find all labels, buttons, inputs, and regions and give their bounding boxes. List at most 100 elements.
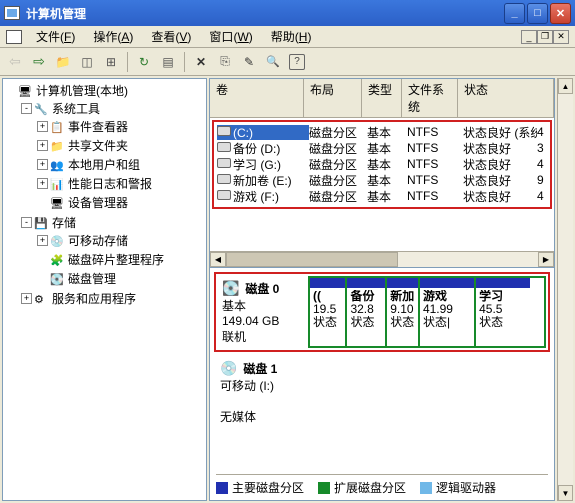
diskmgmt-icon — [50, 272, 66, 286]
disk0-partitions: ((19.5状态备份32.8状态新加9.10状态游戏41.99状态|学习45.5… — [308, 276, 546, 348]
minimize-button[interactable]: _ — [504, 3, 525, 24]
col-volume[interactable]: 卷 — [210, 79, 304, 117]
properties-button[interactable] — [76, 51, 98, 73]
toolbar — [0, 48, 575, 76]
menu-action[interactable]: 操作(A) — [85, 26, 141, 47]
forward-button[interactable] — [28, 51, 50, 73]
legend: 主要磁盘分区 扩展磁盘分区 逻辑驱动器 — [216, 474, 548, 496]
services-icon — [34, 292, 50, 306]
view-grid-button[interactable] — [100, 51, 122, 73]
scroll-thumb[interactable] — [226, 252, 398, 267]
mdi-close-button[interactable]: ✕ — [553, 30, 569, 44]
folder-icon — [50, 139, 66, 153]
col-status[interactable]: 状态 — [458, 79, 554, 117]
collapse-icon[interactable]: - — [21, 103, 32, 114]
settings-button[interactable] — [238, 51, 260, 73]
tree-removable[interactable]: +可移动存储 — [37, 232, 206, 249]
back-button[interactable] — [4, 51, 26, 73]
volume-row[interactable]: 游戏 (F:)磁盘分区基本NTFS状态良好4 — [215, 188, 549, 204]
defrag-icon — [50, 253, 66, 267]
partition[interactable]: ((19.5状态 — [310, 278, 347, 346]
expand-icon[interactable]: + — [37, 178, 48, 189]
menu-window[interactable]: 窗口(W) — [201, 26, 260, 47]
col-layout[interactable]: 布局 — [304, 79, 362, 117]
window-title: 计算机管理 — [26, 5, 504, 22]
mdi-minimize-button[interactable]: _ — [521, 30, 537, 44]
copy-button[interactable] — [214, 51, 236, 73]
expand-icon[interactable]: + — [37, 159, 48, 170]
volumes-highlight: (C:)磁盘分区基本NTFS状态良好 (系统)4备份 (D:)磁盘分区基本NTF… — [212, 120, 552, 209]
mdi-icon — [6, 30, 22, 44]
scroll-left-button[interactable]: ◀ — [210, 252, 226, 267]
find-button[interactable] — [262, 51, 284, 73]
tree-diskmgmt[interactable]: 磁盘管理 — [37, 270, 206, 287]
partition[interactable]: 学习45.5状态 — [476, 278, 530, 346]
refresh-button[interactable] — [133, 51, 155, 73]
tree-services[interactable]: +服务和应用程序 — [21, 290, 206, 307]
collapse-icon[interactable]: - — [21, 217, 32, 228]
volume-icon — [217, 189, 231, 201]
devmgr-icon — [50, 196, 66, 210]
perf-icon — [50, 177, 66, 191]
expand-icon[interactable]: + — [37, 121, 48, 132]
maximize-button[interactable]: □ — [527, 3, 548, 24]
col-fs[interactable]: 文件系统 — [402, 79, 458, 117]
up-button[interactable] — [52, 51, 74, 73]
tree-eventviewer[interactable]: +事件查看器 — [37, 118, 206, 135]
partition[interactable]: 备份32.8状态 — [347, 278, 387, 346]
delete-button[interactable] — [190, 51, 212, 73]
volume-row[interactable]: 备份 (D:)磁盘分区基本NTFS状态良好3 — [215, 140, 549, 156]
hdd-icon — [222, 280, 242, 296]
tools-icon — [34, 102, 50, 116]
help-button[interactable] — [286, 51, 308, 73]
export-list-button[interactable] — [157, 51, 179, 73]
expand-icon[interactable]: + — [37, 140, 48, 151]
menu-view[interactable]: 查看(V) — [143, 26, 199, 47]
disk0-label[interactable]: 磁盘 0 基本 149.04 GB 联机 — [218, 276, 308, 348]
disk1-label[interactable]: 磁盘 1 可移动 (I:) 无媒体 — [216, 356, 376, 429]
volume-header: 卷 布局 类型 文件系统 状态 — [210, 79, 554, 118]
scroll-down-button[interactable]: ▼ — [558, 485, 573, 501]
scroll-up-button[interactable]: ▲ — [558, 78, 573, 94]
tree-defrag[interactable]: 磁盘碎片整理程序 — [37, 251, 206, 268]
volume-row[interactable]: 新加卷 (E:)磁盘分区基本NTFS状态良好9 — [215, 172, 549, 188]
tree-systools[interactable]: -系统工具 — [21, 100, 206, 117]
menu-help[interactable]: 帮助(H) — [263, 26, 320, 47]
close-button[interactable]: ✕ — [550, 3, 571, 24]
legend-logical-box — [420, 482, 432, 494]
volume-list[interactable]: 卷 布局 类型 文件系统 状态 (C:)磁盘分区基本NTFS状态良好 (系统)4… — [209, 78, 555, 268]
event-icon — [50, 120, 66, 134]
tree-devmgr[interactable]: 设备管理器 — [37, 194, 206, 211]
storage-icon — [34, 216, 50, 230]
tree-usersgroups[interactable]: +本地用户和组 — [37, 156, 206, 173]
menu-file[interactable]: 文件(F) — [28, 26, 83, 47]
volume-row[interactable]: (C:)磁盘分区基本NTFS状态良好 (系统)4 — [215, 124, 549, 140]
volume-row[interactable]: 学习 (G:)磁盘分区基本NTFS状态良好4 — [215, 156, 549, 172]
legend-extended-box — [318, 482, 330, 494]
app-icon — [4, 6, 20, 20]
volume-icon — [217, 125, 231, 137]
menubar: 文件(F) 操作(A) 查看(V) 窗口(W) 帮助(H) _ ❐ ✕ — [0, 26, 575, 48]
mdi-restore-button[interactable]: ❐ — [537, 30, 553, 44]
scroll-right-button[interactable]: ▶ — [538, 252, 554, 267]
tree-sharedfolders[interactable]: +共享文件夹 — [37, 137, 206, 154]
navigation-tree[interactable]: 计算机管理(本地) -系统工具 +事件查看器 +共享文件夹 +本地用户和组 +性… — [2, 78, 207, 501]
hscrollbar[interactable]: ◀ ▶ — [210, 251, 554, 267]
vscrollbar[interactable]: ▲ ▼ — [557, 78, 573, 501]
col-type[interactable]: 类型 — [362, 79, 402, 117]
volume-icon — [217, 157, 231, 169]
expand-icon[interactable]: + — [21, 293, 32, 304]
volume-icon — [217, 173, 231, 185]
separator — [127, 52, 128, 72]
tree-root[interactable]: 计算机管理(本地) — [5, 82, 206, 99]
separator — [184, 52, 185, 72]
titlebar[interactable]: 计算机管理 _ □ ✕ — [0, 0, 575, 26]
partition[interactable]: 新加9.10状态 — [387, 278, 420, 346]
tree-storage[interactable]: -存储 — [21, 214, 206, 231]
expand-icon[interactable]: + — [37, 235, 48, 246]
computer-icon — [18, 84, 34, 98]
disk-graphic-view[interactable]: 磁盘 0 基本 149.04 GB 联机 ((19.5状态备份32.8状态新加9… — [209, 268, 555, 501]
legend-primary-box — [216, 482, 228, 494]
tree-perflogs[interactable]: +性能日志和警报 — [37, 175, 206, 192]
partition[interactable]: 游戏41.99状态| — [420, 278, 476, 346]
